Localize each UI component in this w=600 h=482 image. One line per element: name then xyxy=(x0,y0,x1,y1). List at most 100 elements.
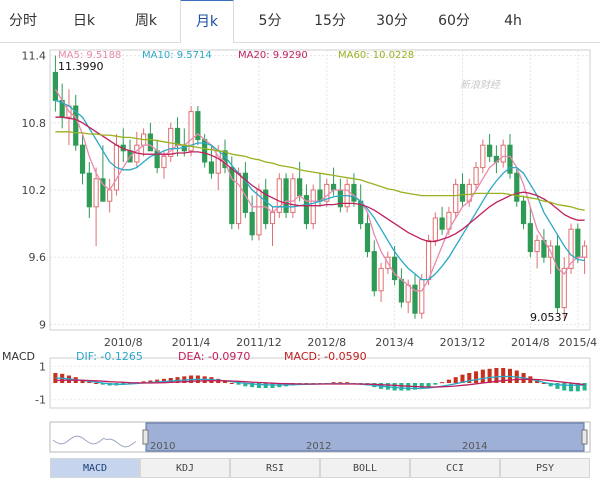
x-tick-label: 2015/4 xyxy=(558,336,597,349)
x-tick-label: 2014/8 xyxy=(511,336,550,349)
candle-body xyxy=(161,155,167,169)
candle-body xyxy=(419,279,425,314)
x-tick-label: 2013/12 xyxy=(440,336,486,349)
min-price-label: 9.0537 xyxy=(530,311,569,324)
macd-bar xyxy=(433,383,438,385)
candle-body xyxy=(107,189,113,202)
x-tick-label: 2013/4 xyxy=(375,336,414,349)
macd-bar xyxy=(345,382,350,384)
macd-bar xyxy=(562,383,567,391)
tab-5[interactable]: 15分 xyxy=(300,0,360,42)
indicator-tabs: MACD KDJ RSI BOLL CCI PSY xyxy=(50,458,590,478)
tab-6[interactable]: 30分 xyxy=(366,0,418,42)
candle-body xyxy=(575,228,581,258)
macd-bar xyxy=(229,383,234,384)
candle-body xyxy=(147,133,153,152)
indicator-tab-macd[interactable]: MACD xyxy=(50,458,140,478)
stock-chart: 新浪财经 9 9.6 10.2 10.8 11.4 2010/8 2011/4 2011/12 2… xyxy=(2,49,597,453)
ma-legend-item: MA20: 9.9290 xyxy=(238,50,308,61)
candle-body xyxy=(371,251,377,292)
indicator-tab-boll[interactable]: BOLL xyxy=(320,458,410,478)
candle-body xyxy=(453,183,459,213)
x-tick-label: 2010/8 xyxy=(104,336,143,349)
macd-bar xyxy=(453,377,458,383)
macd-legend-item: DEA: -0.0970 xyxy=(178,350,250,363)
y-tick-label: 9.6 xyxy=(29,251,47,264)
y-tick-label: 11.4 xyxy=(22,50,47,63)
candle-body xyxy=(269,211,276,225)
candle-body xyxy=(480,144,486,169)
candle-body xyxy=(235,172,242,225)
max-price-label: 11.3990 xyxy=(58,60,104,73)
candle-body xyxy=(351,183,357,202)
candle-body xyxy=(582,245,588,258)
y-tick-label: 10.2 xyxy=(22,184,47,197)
period-tabs: 分时 日k 周k 月k 5分 15分 30分 60分 4h xyxy=(0,0,600,43)
macd-bar xyxy=(569,383,574,392)
indicator-tab-rsi[interactable]: RSI xyxy=(230,458,320,478)
candle-body xyxy=(378,267,384,292)
candle-body xyxy=(364,223,371,253)
tab-8[interactable]: 4h xyxy=(492,0,534,42)
indicator-tab-kdj[interactable]: KDJ xyxy=(140,458,230,478)
indicator-tab-cci[interactable]: CCI xyxy=(410,458,500,478)
navigator-left-handle xyxy=(142,429,149,445)
tab-1[interactable]: 日k xyxy=(62,0,106,42)
candle-body xyxy=(79,144,86,174)
candle-body xyxy=(330,183,337,191)
tab-2[interactable]: 周k xyxy=(124,0,168,42)
ma-legend-item: MA10: 9.5714 xyxy=(142,50,212,61)
macd-bar xyxy=(94,383,99,384)
y-tick-label: 9 xyxy=(39,318,46,331)
candle-body xyxy=(297,178,303,197)
macd-bar xyxy=(480,369,485,383)
candle-body xyxy=(432,217,438,241)
x-tick-label: 2012/8 xyxy=(307,336,346,349)
macd-bar xyxy=(474,371,479,383)
x-tick-label: 2011/4 xyxy=(172,336,211,349)
candle-body xyxy=(310,189,316,225)
tab-7[interactable]: 60分 xyxy=(428,0,480,42)
navigator-right-handle xyxy=(581,429,588,445)
candle-body xyxy=(473,167,479,185)
macd-y-tick: -1 xyxy=(35,394,46,407)
navigator-year-label: 2010 xyxy=(150,441,175,452)
candle-body xyxy=(249,211,255,236)
navigator-year-label: 2012 xyxy=(306,441,331,452)
macd-legend-item: DIF: -0.1265 xyxy=(76,350,143,363)
tab-0[interactable]: 分时 xyxy=(0,0,46,42)
tab-3[interactable]: 月k xyxy=(180,0,234,43)
candle-body xyxy=(208,161,215,174)
macd-bar xyxy=(331,382,336,384)
candle-body xyxy=(439,217,445,230)
candle-body xyxy=(520,200,527,225)
candle-body xyxy=(534,239,540,253)
macd-bar xyxy=(338,382,343,384)
macd-y-tick: 1 xyxy=(39,360,46,373)
candle-body xyxy=(500,144,506,163)
macd-bar xyxy=(487,368,492,383)
candle-body xyxy=(527,223,533,253)
y-tick-label: 10.8 xyxy=(22,117,47,130)
candle-body xyxy=(398,279,405,303)
candle-body xyxy=(425,239,432,281)
navigator-year-label: 2014 xyxy=(462,441,487,452)
ma-legend-item: MA60: 10.0228 xyxy=(338,50,414,61)
macd-legend-item: MACD: -0.0590 xyxy=(284,350,367,363)
macd-bar xyxy=(440,382,445,384)
candle-body xyxy=(459,183,466,202)
candle-body xyxy=(514,172,520,202)
tab-4[interactable]: 5分 xyxy=(248,0,292,42)
watermark: 新浪财经 xyxy=(460,79,501,91)
candle-body xyxy=(174,127,181,146)
x-tick-label: 2011/12 xyxy=(236,336,282,349)
candle-body xyxy=(392,256,398,281)
macd-bar xyxy=(399,383,404,391)
candle-body xyxy=(487,144,493,157)
macd-bar xyxy=(263,383,268,388)
macd-legend-item: MACD xyxy=(2,350,35,363)
navigator-selection xyxy=(145,422,585,452)
candle-body xyxy=(52,71,58,101)
indicator-tab-psy[interactable]: PSY xyxy=(500,458,590,478)
candle-body xyxy=(86,172,92,208)
